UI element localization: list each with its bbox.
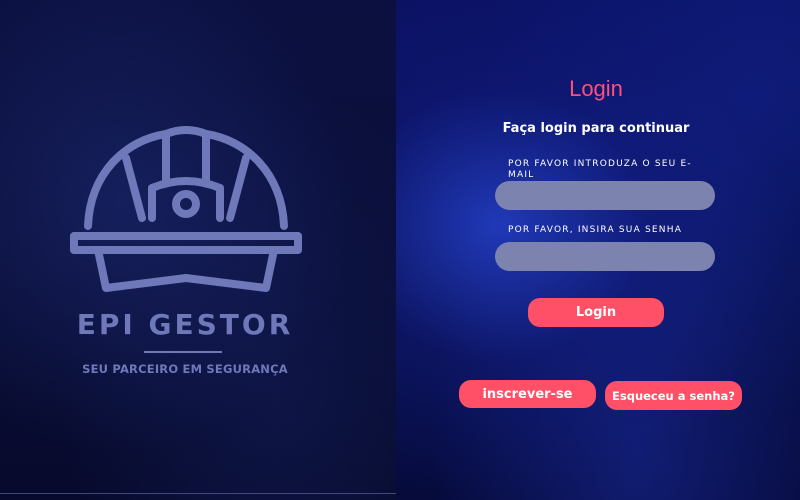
signup-button[interactable]: inscrever-se bbox=[459, 380, 596, 408]
brand-tagline: SEU PARCEIRO EM SEGURANÇA bbox=[82, 362, 288, 376]
bottom-divider bbox=[0, 493, 396, 494]
email-label: POR FAVOR INTRODUZA O SEU E-MAIL bbox=[508, 159, 692, 180]
login-subtitle: Faça login para continuar bbox=[502, 121, 690, 136]
brand-logo: EPI GESTOR SEU PARCEIRO EM SEGURANÇA bbox=[60, 118, 310, 383]
password-label: POR FAVOR, INSIRA SUA SENHA bbox=[508, 225, 683, 235]
brand-panel: EPI GESTOR SEU PARCEIRO EM SEGURANÇA bbox=[0, 0, 396, 500]
brand-divider bbox=[144, 351, 222, 353]
hard-hat-icon bbox=[70, 126, 302, 292]
email-field[interactable] bbox=[495, 181, 715, 210]
login-button[interactable]: Login bbox=[528, 298, 664, 327]
forgot-password-button[interactable]: Esqueceu a senha? bbox=[605, 381, 742, 410]
brand-name: EPI GESTOR bbox=[76, 308, 294, 341]
login-title: Login bbox=[569, 76, 623, 101]
password-field[interactable] bbox=[495, 242, 715, 271]
